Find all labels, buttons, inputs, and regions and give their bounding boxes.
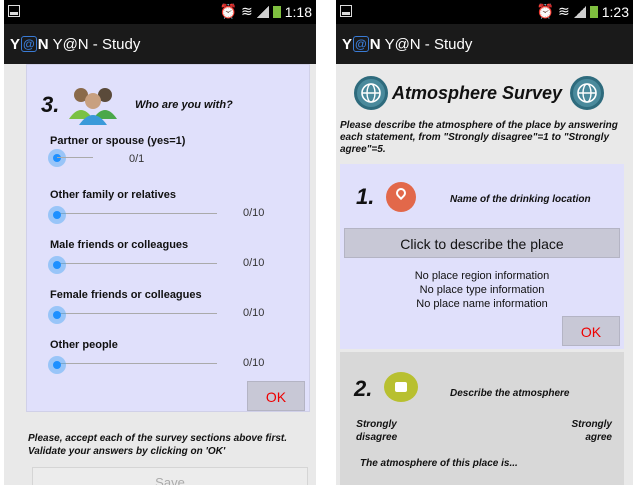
slider-track[interactable] xyxy=(57,263,217,264)
notification-icon xyxy=(8,5,20,17)
slider-thumb[interactable] xyxy=(48,149,66,167)
slider-thumb[interactable] xyxy=(48,306,66,324)
slider-value: 0/10 xyxy=(243,307,265,319)
save-button[interactable]: Save xyxy=(32,467,308,485)
question-number: 1. xyxy=(356,184,375,209)
slider-female-friends[interactable]: Female friends or colleagues 0/10 xyxy=(47,289,307,339)
slider-value: 0/10 xyxy=(243,357,265,369)
alarm-icon: ⏰ xyxy=(536,3,555,19)
app-logo: Y @ N xyxy=(342,35,381,53)
slider-thumb[interactable] xyxy=(48,256,66,274)
statement-text: The atmosphere of this place is... xyxy=(360,458,518,469)
left-screen: ⏰ ≋ 1:18 Y @ N Y@N - Study 3. Who are yo… xyxy=(4,0,316,485)
atmosphere-icon xyxy=(384,372,418,402)
question-card: 3. Who are you with? Partner or spouse (… xyxy=(26,64,310,412)
describe-place-button[interactable]: Click to describe the place xyxy=(344,228,620,258)
slider-track[interactable] xyxy=(57,313,217,314)
people-icon xyxy=(67,85,119,125)
survey-header: Atmosphere Survey xyxy=(354,76,605,110)
globe-icon xyxy=(570,76,605,110)
slider-label: Other people xyxy=(50,339,118,351)
notification-icon xyxy=(340,5,352,17)
slider-track[interactable] xyxy=(57,157,93,158)
scale-label-disagree: Strongly disagree xyxy=(356,419,398,443)
app-title: Y@N - Study xyxy=(384,35,473,53)
wifi-icon: ≋ xyxy=(558,3,570,19)
app-logo: Y @ N xyxy=(10,35,49,53)
slider-thumb[interactable] xyxy=(48,206,66,224)
place-region-info: No place region information xyxy=(414,270,550,282)
app-bar: Y @ N Y@N - Study xyxy=(4,24,316,64)
question-title: Name of the drinking location xyxy=(450,194,591,205)
slider-track[interactable] xyxy=(57,213,217,214)
ok-button[interactable]: OK xyxy=(562,316,620,346)
slider-label: Male friends or colleagues xyxy=(50,239,189,251)
main-content: 3. Who are you with? Partner or spouse (… xyxy=(4,64,316,485)
scale-label-agree: Strongly agree xyxy=(571,419,612,443)
question-title: Describe the atmosphere xyxy=(450,388,570,399)
slider-value: 0/10 xyxy=(243,207,265,219)
question-card-location: 1. Name of the drinking location Click t… xyxy=(340,164,624,349)
slider-family[interactable]: Other family or relatives 0/10 xyxy=(47,189,307,239)
main-content: Atmosphere Survey Please describe the at… xyxy=(336,64,633,485)
app-title: Y@N - Study xyxy=(52,35,141,53)
slider-label: Female friends or colleagues xyxy=(50,289,202,301)
question-card-atmosphere: 2. Describe the atmosphere Strongly disa… xyxy=(340,352,624,485)
slider-label: Other family or relatives xyxy=(50,189,176,201)
status-bar: ⏰ ≋ 1:23 xyxy=(336,0,633,24)
status-bar: ⏰ ≋ 1:18 xyxy=(4,0,316,24)
slider-value: 0/10 xyxy=(243,257,265,269)
question-number: 3. xyxy=(41,92,60,117)
alarm-icon: ⏰ xyxy=(219,3,238,19)
clock: 1:18 xyxy=(284,3,312,20)
battery-icon xyxy=(272,5,281,18)
slider-male-friends[interactable]: Male friends or colleagues 0/10 xyxy=(47,239,307,289)
survey-instructions: Please describe the atmosphere of the pl… xyxy=(340,120,618,155)
question-number: 2. xyxy=(354,376,373,401)
slider-label: Partner or spouse (yes=1) xyxy=(50,135,186,147)
globe-icon xyxy=(354,76,388,110)
battery-icon xyxy=(589,5,598,18)
location-pin-icon xyxy=(386,182,416,212)
slider-thumb[interactable] xyxy=(48,356,66,374)
wifi-icon: ≋ xyxy=(241,3,253,19)
place-type-info: No place type information xyxy=(419,284,545,296)
signal-icon xyxy=(573,5,586,18)
validation-hint: Please, accept each of the survey sectio… xyxy=(28,433,288,457)
ok-button[interactable]: OK xyxy=(247,381,305,411)
slider-value: 0/1 xyxy=(129,153,145,165)
survey-title: Atmosphere Survey xyxy=(392,82,563,103)
signal-icon xyxy=(256,5,269,18)
slider-partner[interactable]: Partner or spouse (yes=1) 0/1 xyxy=(47,135,307,185)
slider-track[interactable] xyxy=(57,363,217,364)
question-title: Who are you with? xyxy=(135,99,233,111)
right-screen: ⏰ ≋ 1:23 Y @ N Y@N - Study Atmosphere Surv… xyxy=(336,0,633,485)
clock: 1:23 xyxy=(601,3,629,20)
app-bar: Y @ N Y@N - Study xyxy=(336,24,633,64)
place-name-info: No place name information xyxy=(416,298,548,310)
